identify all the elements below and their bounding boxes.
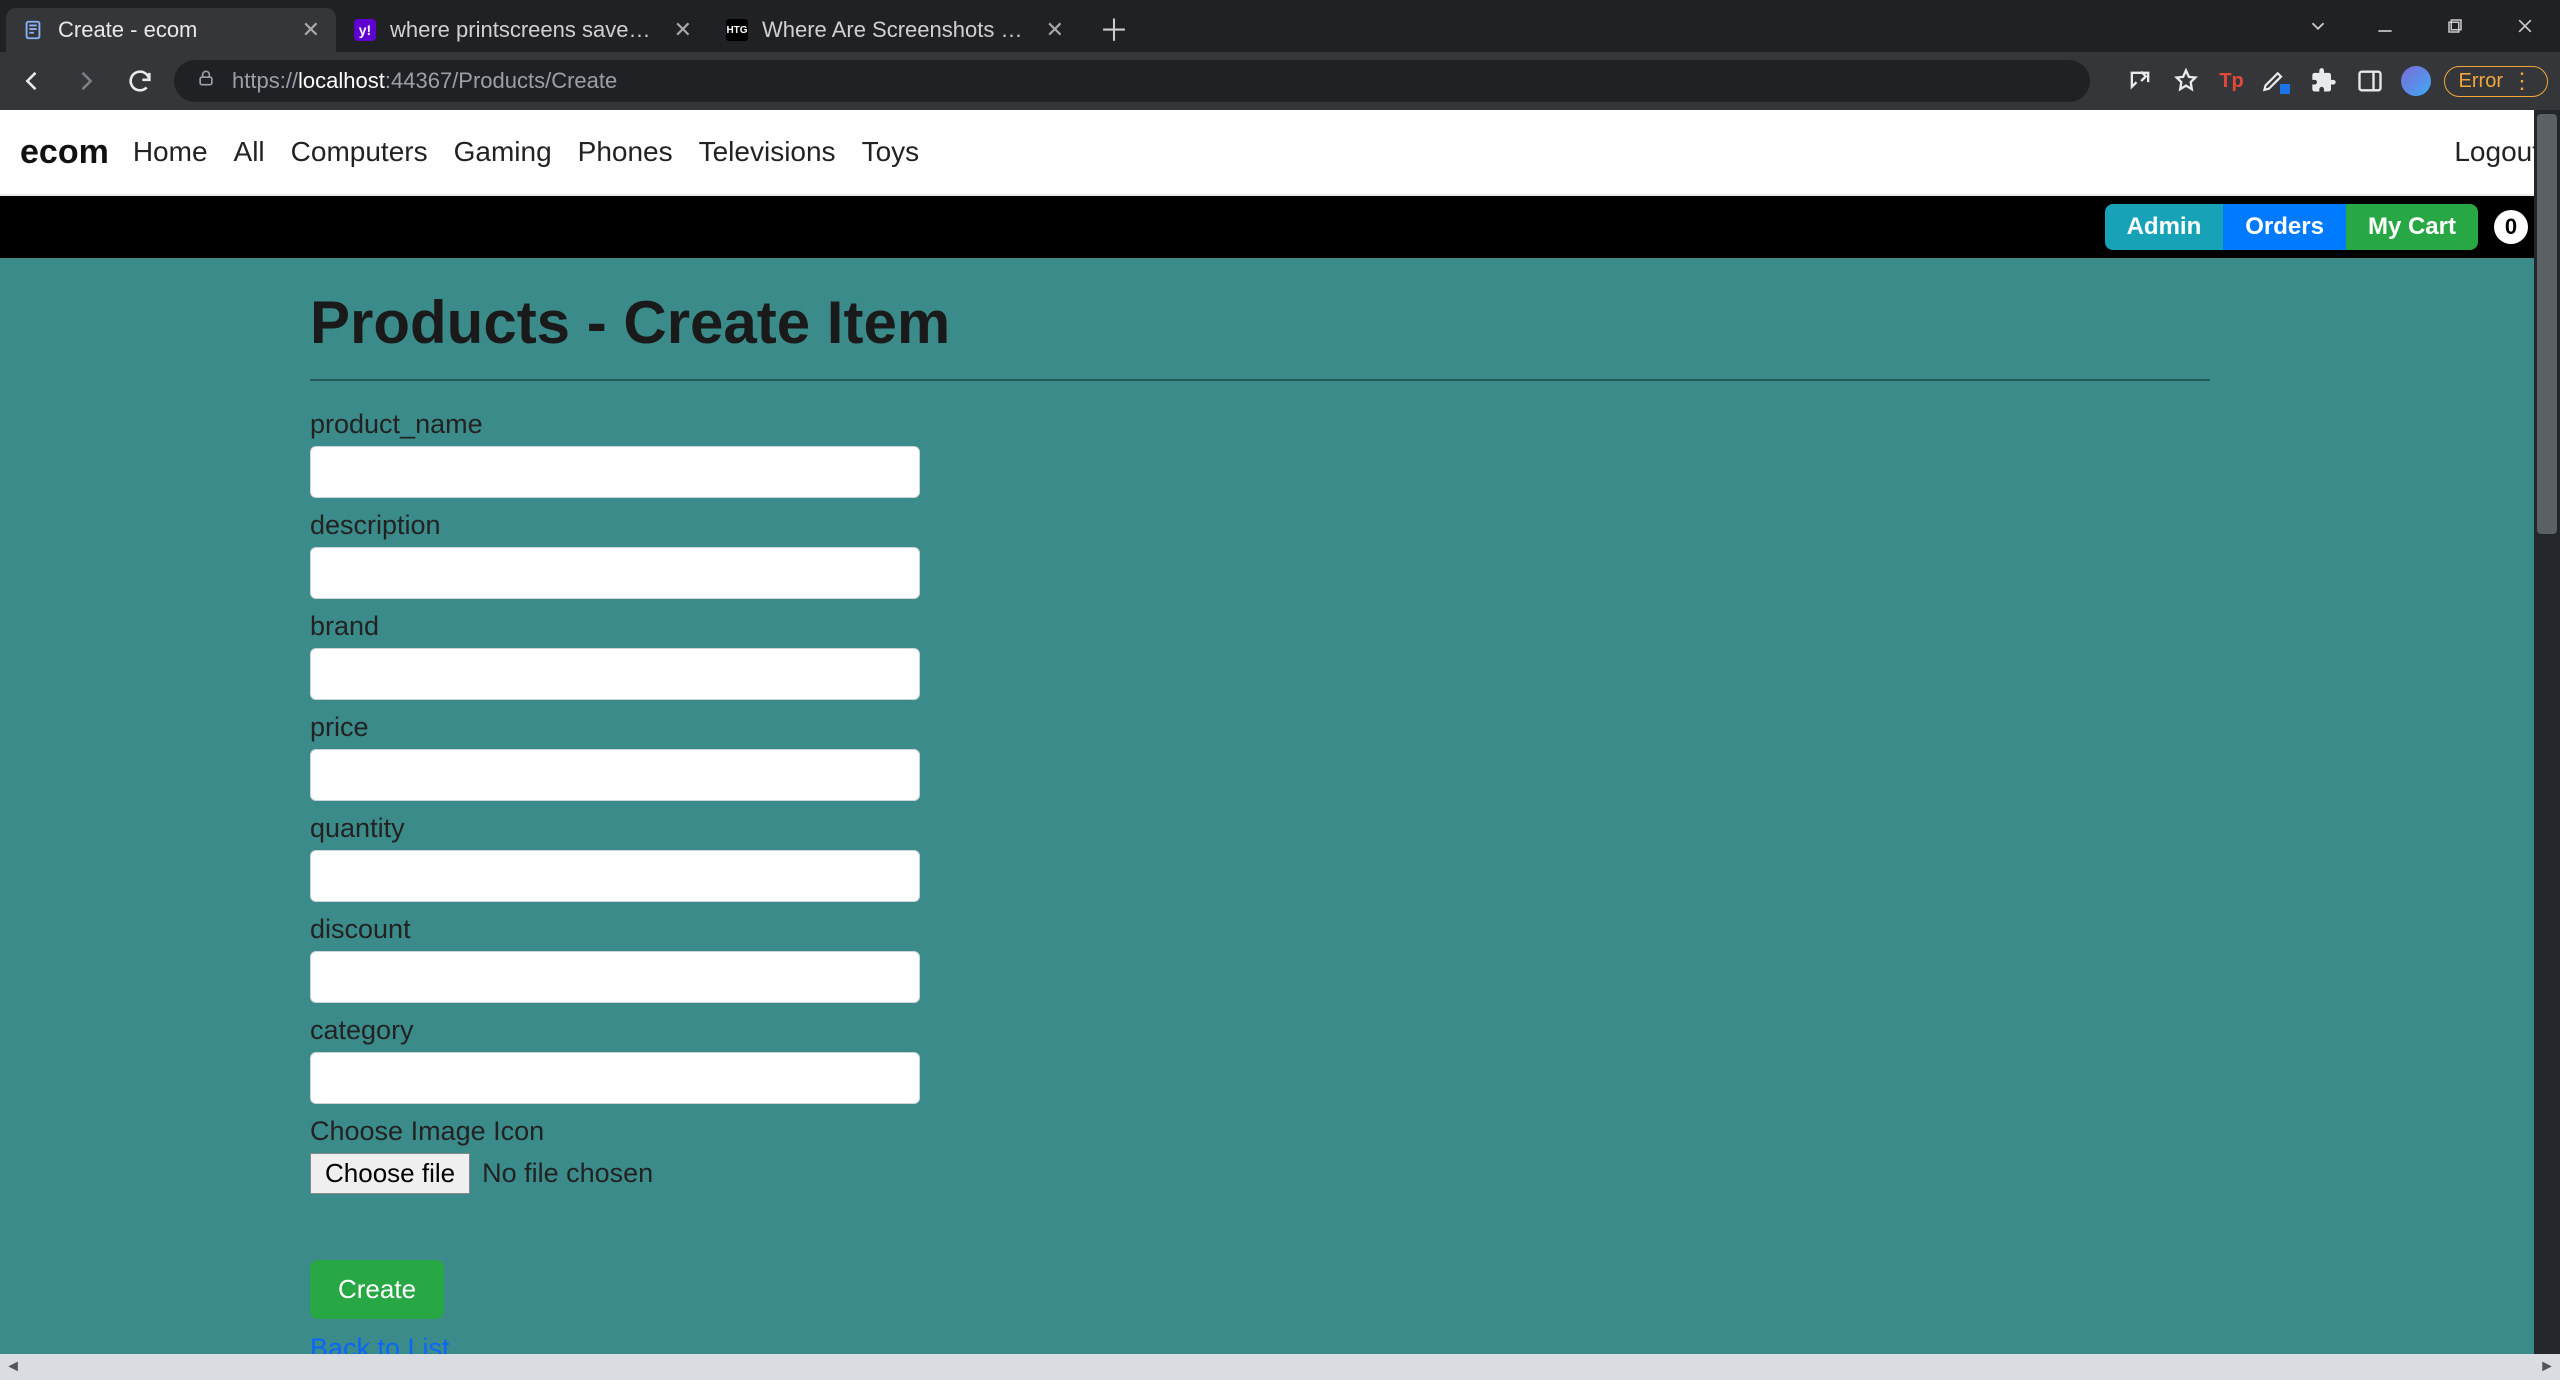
title-divider [310, 379, 2210, 381]
tab-title: Where Are Screenshots Saved on [762, 17, 1034, 43]
input-quantity[interactable] [310, 850, 920, 902]
profile-avatar[interactable] [2398, 61, 2434, 101]
tab-close-icon[interactable]: ✕ [302, 17, 320, 43]
nav-forward-button[interactable] [66, 61, 106, 101]
nav-back-button[interactable] [12, 61, 52, 101]
horizontal-scrollbar[interactable]: ◄ ► [0, 1354, 2560, 1380]
label-product-name: product_name [310, 409, 2210, 440]
browser-error-button[interactable]: Error ⋮ [2444, 66, 2548, 97]
nav-link-all[interactable]: All [234, 136, 265, 168]
tab-favicon-yahoo-icon: y! [354, 19, 376, 41]
site-navbar: ecom Home All Computers Gaming Phones Te… [0, 110, 2560, 196]
nav-link-computers[interactable]: Computers [291, 136, 428, 168]
input-product-name[interactable] [310, 446, 920, 498]
page-title: Products - Create Item [310, 288, 2210, 357]
side-panel-icon[interactable] [2352, 61, 2388, 101]
nav-link-televisions[interactable]: Televisions [699, 136, 836, 168]
file-choose-button[interactable]: Choose file [310, 1153, 470, 1194]
tab-title: where printscreens saved on win [390, 17, 662, 43]
sub-navbar: Admin Orders My Cart 0 [0, 196, 2560, 258]
tab-title: Create - ecom [58, 17, 290, 43]
kebab-menu-icon: ⋮ [2511, 70, 2533, 92]
window-minimize-button[interactable] [2350, 0, 2420, 52]
input-description[interactable] [310, 547, 920, 599]
nav-link-phones[interactable]: Phones [578, 136, 673, 168]
nav-link-gaming[interactable]: Gaming [454, 136, 552, 168]
input-discount[interactable] [310, 951, 920, 1003]
tab-favicon-document-icon [22, 19, 44, 41]
window-close-button[interactable] [2490, 0, 2560, 52]
subnav-orders-button[interactable]: Orders [2223, 204, 2346, 250]
label-price: price [310, 712, 2210, 743]
tab-close-icon[interactable]: ✕ [1046, 17, 1064, 43]
nav-link-toys[interactable]: Toys [862, 136, 920, 168]
extensions-puzzle-icon[interactable] [2306, 61, 2342, 101]
tab-favicon-htg-icon: HTG [726, 19, 748, 41]
share-icon[interactable] [2122, 61, 2158, 101]
address-bar[interactable]: https://localhost:44367/Products/Create [174, 60, 2090, 102]
cart-count-badge[interactable]: 0 [2494, 210, 2528, 244]
site-nav-links: Home All Computers Gaming Phones Televis… [133, 136, 919, 168]
extension-tp-icon[interactable]: Tp [2214, 61, 2250, 101]
label-file: Choose Image Icon [310, 1116, 2210, 1147]
hscroll-left-arrow-icon[interactable]: ◄ [0, 1354, 26, 1380]
page-viewport: ecom Home All Computers Gaming Phones Te… [0, 110, 2560, 1354]
browser-tab-0[interactable]: Create - ecom ✕ [6, 8, 336, 52]
new-tab-button[interactable]: ＋ [1094, 8, 1134, 48]
label-description: description [310, 510, 2210, 541]
logout-link[interactable]: Logout [2454, 136, 2540, 168]
error-label: Error [2459, 70, 2503, 93]
label-category: category [310, 1015, 2210, 1046]
tab-close-icon[interactable]: ✕ [674, 17, 692, 43]
url-text: https://localhost:44367/Products/Create [232, 68, 617, 94]
label-discount: discount [310, 914, 2210, 945]
file-status-text: No file chosen [482, 1158, 653, 1189]
label-quantity: quantity [310, 813, 2210, 844]
bookmark-star-icon[interactable] [2168, 61, 2204, 101]
hscroll-right-arrow-icon[interactable]: ► [2534, 1354, 2560, 1380]
hscroll-track[interactable] [26, 1354, 2534, 1380]
window-maximize-button[interactable] [2420, 0, 2490, 52]
nav-link-home[interactable]: Home [133, 136, 208, 168]
subnav-cart-button[interactable]: My Cart [2346, 204, 2478, 250]
input-category[interactable] [310, 1052, 920, 1104]
browser-toolbar: https://localhost:44367/Products/Create … [0, 52, 2560, 110]
subnav-admin-button[interactable]: Admin [2105, 204, 2224, 250]
extension-pen-icon[interactable] [2260, 61, 2296, 101]
input-brand[interactable] [310, 648, 920, 700]
vertical-scrollbar[interactable] [2534, 110, 2560, 1354]
back-to-list-link[interactable]: Back to List [310, 1333, 2210, 1354]
label-brand: brand [310, 611, 2210, 642]
create-button[interactable]: Create [310, 1260, 444, 1319]
vertical-scrollbar-thumb[interactable] [2537, 114, 2557, 534]
browser-titlebar: Create - ecom ✕ y! where printscreens sa… [0, 0, 2560, 52]
nav-reload-button[interactable] [120, 61, 160, 101]
lock-icon [196, 68, 216, 94]
input-price[interactable] [310, 749, 920, 801]
browser-tab-2[interactable]: HTG Where Are Screenshots Saved on ✕ [710, 8, 1080, 52]
site-brand[interactable]: ecom [20, 133, 109, 172]
tab-search-chevron-icon[interactable] [2286, 0, 2350, 52]
browser-tab-1[interactable]: y! where printscreens saved on win ✕ [338, 8, 708, 52]
